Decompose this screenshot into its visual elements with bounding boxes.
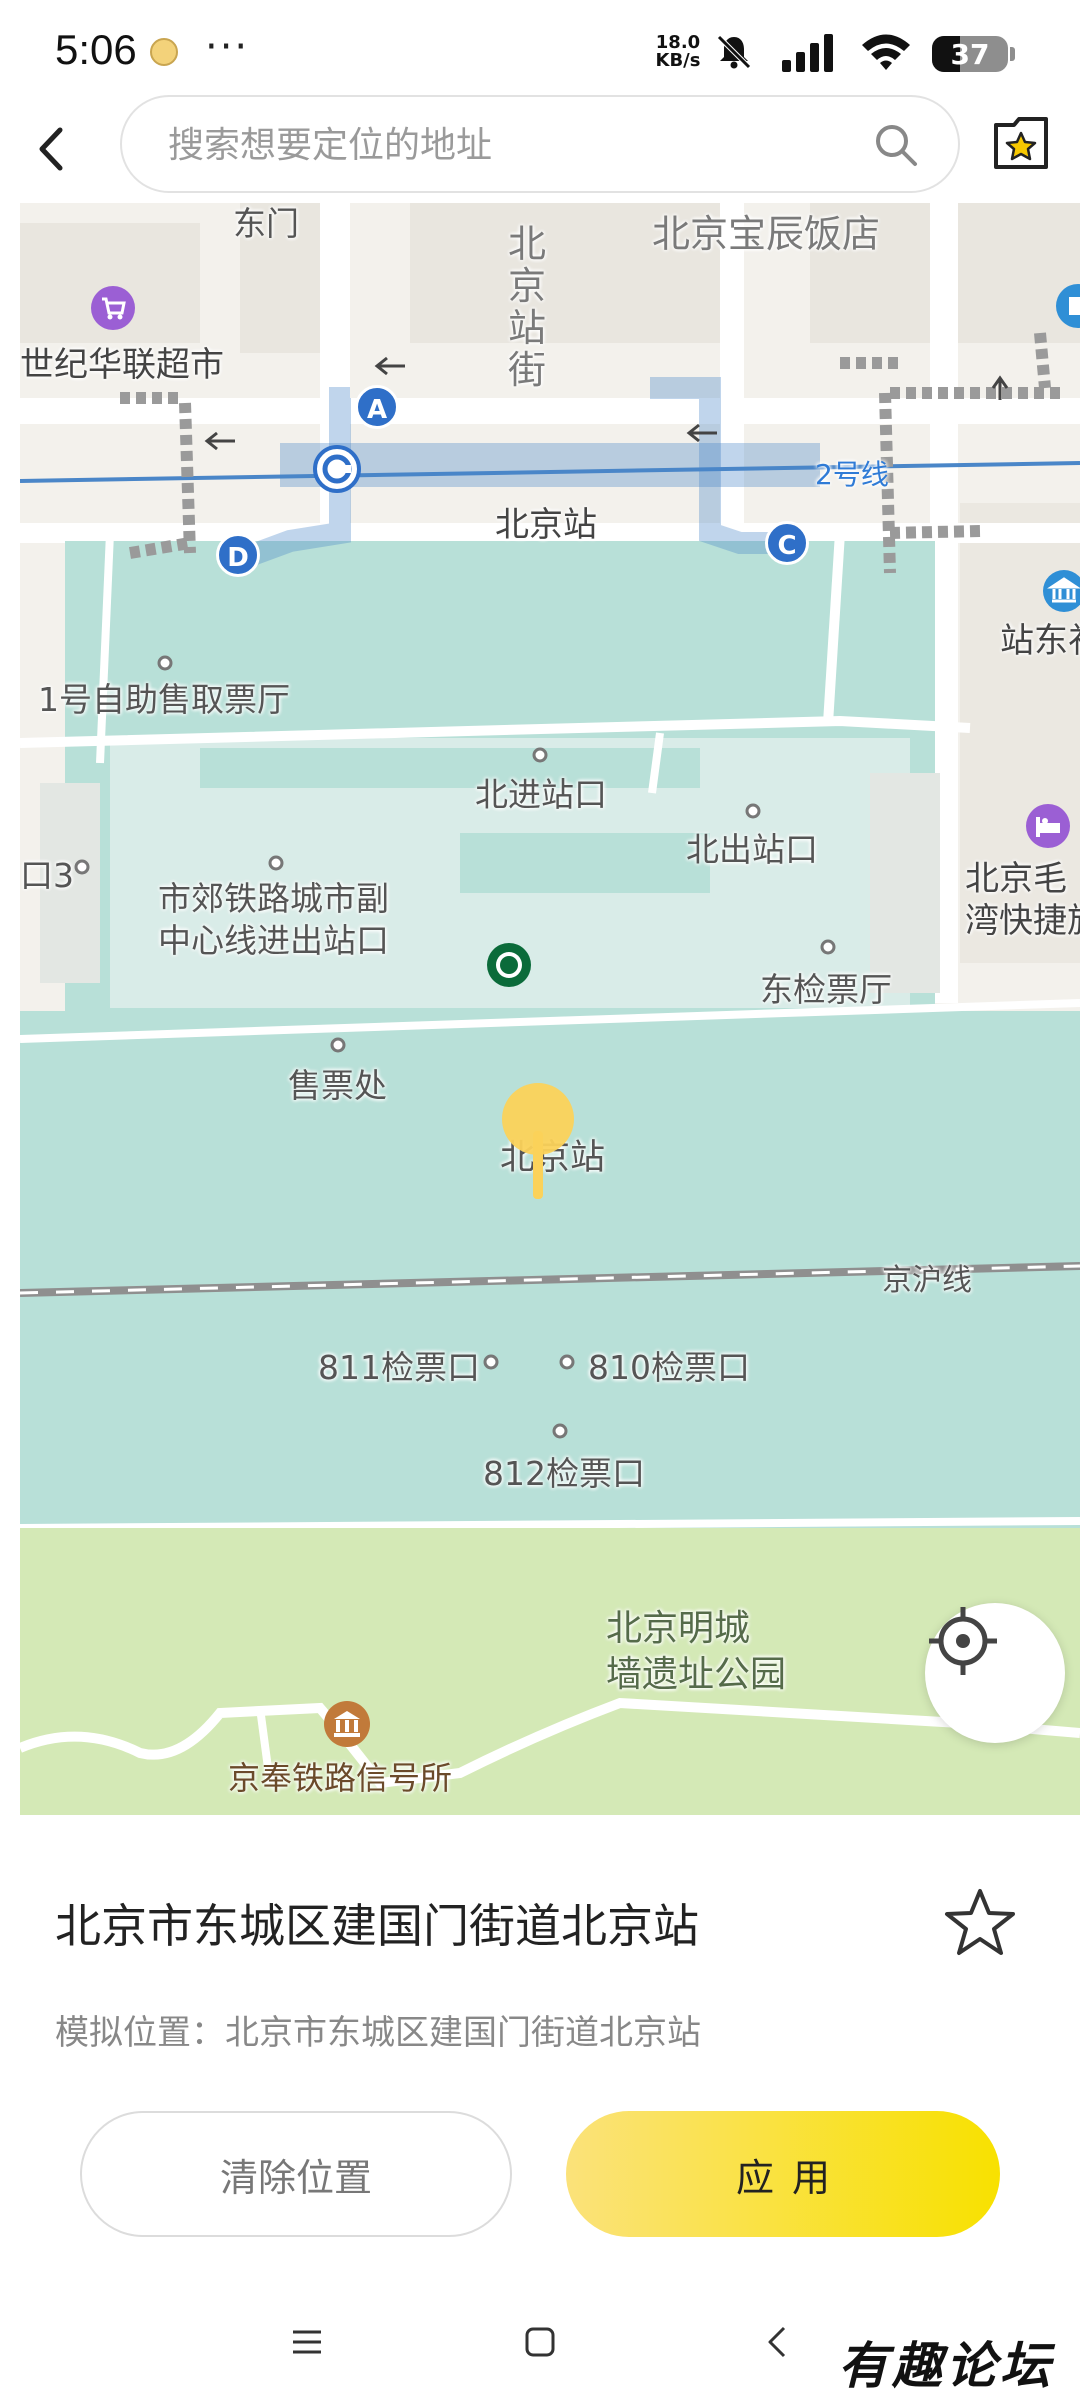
- map-label-baochen-hotel: 北京宝辰饭店: [652, 212, 881, 256]
- simulated-location-text: 模拟位置：北京市东城区建国门街道北京站: [55, 2013, 701, 2053]
- map-label-exit3: 口3: [20, 856, 74, 895]
- mute-bell-icon: [714, 32, 754, 76]
- map-label-station-street: 北京站街: [508, 222, 547, 392]
- location-sheet: 北京市东城区建国门街道北京站 模拟位置：北京市东城区建国门街道北京站 清除位置 …: [0, 1815, 1080, 2285]
- search-box[interactable]: [120, 95, 960, 193]
- home-nav-button[interactable]: [495, 2307, 585, 2377]
- menu-icon: [293, 2330, 321, 2354]
- star-folder-icon: [994, 117, 1048, 169]
- crosshair-icon: [929, 1607, 997, 1675]
- favorite-button[interactable]: [940, 1883, 1020, 1963]
- top-bar: [0, 95, 1080, 203]
- network-speed-unit: KB/s: [655, 50, 701, 71]
- favorites-button[interactable]: [990, 113, 1052, 175]
- map-view[interactable]: A C D 东门 北京宝辰饭店 北京站街 世纪华联超市 2号线 北京站 站东礼: [20, 203, 1080, 1815]
- star-outline-icon: [945, 1889, 1015, 1955]
- map-label-jinghu-line: 京沪线: [882, 1263, 972, 1298]
- battery-level: 37: [950, 38, 990, 71]
- map-label-gate-812: 812检票口: [483, 1454, 645, 1493]
- search-icon[interactable]: [872, 121, 920, 169]
- map-label-hualian: 世纪华联超市: [20, 345, 224, 385]
- locate-me-button[interactable]: [925, 1603, 1065, 1743]
- wifi-icon: [860, 32, 912, 76]
- battery-icon: 37: [932, 36, 1008, 72]
- map-label-maojia-hotel: 北京毛 湾快捷旅: [965, 859, 1080, 941]
- map-label-gate-811: 811检票口: [318, 1348, 480, 1387]
- map-label-ticket-office: 售票处: [288, 1066, 387, 1105]
- search-input[interactable]: [168, 117, 848, 173]
- clear-location-button[interactable]: 清除位置: [80, 2111, 512, 2237]
- map-label-line2: 2号线: [815, 458, 889, 491]
- location-pin-icon[interactable]: [498, 1081, 578, 1211]
- status-bar: 5:06 ··· 18.0 KB/s 37: [0, 0, 1080, 95]
- back-triangle-icon: [768, 2326, 786, 2358]
- map-label-gate-810: 810检票口: [588, 1348, 750, 1387]
- map-label-suburban-line: 市郊铁路城市副 中心线进出站口: [158, 879, 389, 960]
- signal-icon: [780, 32, 838, 76]
- map-label-dongmen: 东门: [233, 204, 299, 243]
- home-square-icon: [525, 2327, 555, 2357]
- back-button[interactable]: [20, 111, 84, 187]
- map-label-north-out: 北出站口: [686, 830, 818, 869]
- map-label-ming-wall-park: 北京明城 墙遗址公园: [606, 1608, 787, 1695]
- apply-button[interactable]: 应用: [566, 2111, 1000, 2237]
- watermark: 有趣论坛: [838, 2336, 1054, 2395]
- map-label-north-in: 北进站口: [475, 775, 607, 814]
- poi-dots: [74, 655, 836, 1439]
- address-title: 北京市东城区建国门街道北京站: [55, 1899, 699, 1953]
- menu-nav-button[interactable]: [262, 2307, 352, 2377]
- chevron-left-icon: [39, 127, 63, 171]
- more-notifications-icon: ···: [205, 24, 250, 70]
- map-label-signal-house: 京奉铁路信号所: [228, 1759, 453, 1797]
- network-speed: 18.0 KB/s: [650, 34, 706, 70]
- map-label-ticket-hall: 1号自助售取票厅: [38, 680, 290, 719]
- map-label-east-ticket-hall: 东检票厅: [760, 970, 892, 1009]
- map-label-station-top: 北京站: [495, 505, 597, 545]
- battery-cap: [1010, 47, 1015, 61]
- map-label-zhandong: 站东礼: [1000, 621, 1080, 661]
- back-nav-button[interactable]: [732, 2307, 822, 2377]
- emoji-face-icon: [150, 38, 178, 66]
- status-time: 5:06: [55, 26, 137, 73]
